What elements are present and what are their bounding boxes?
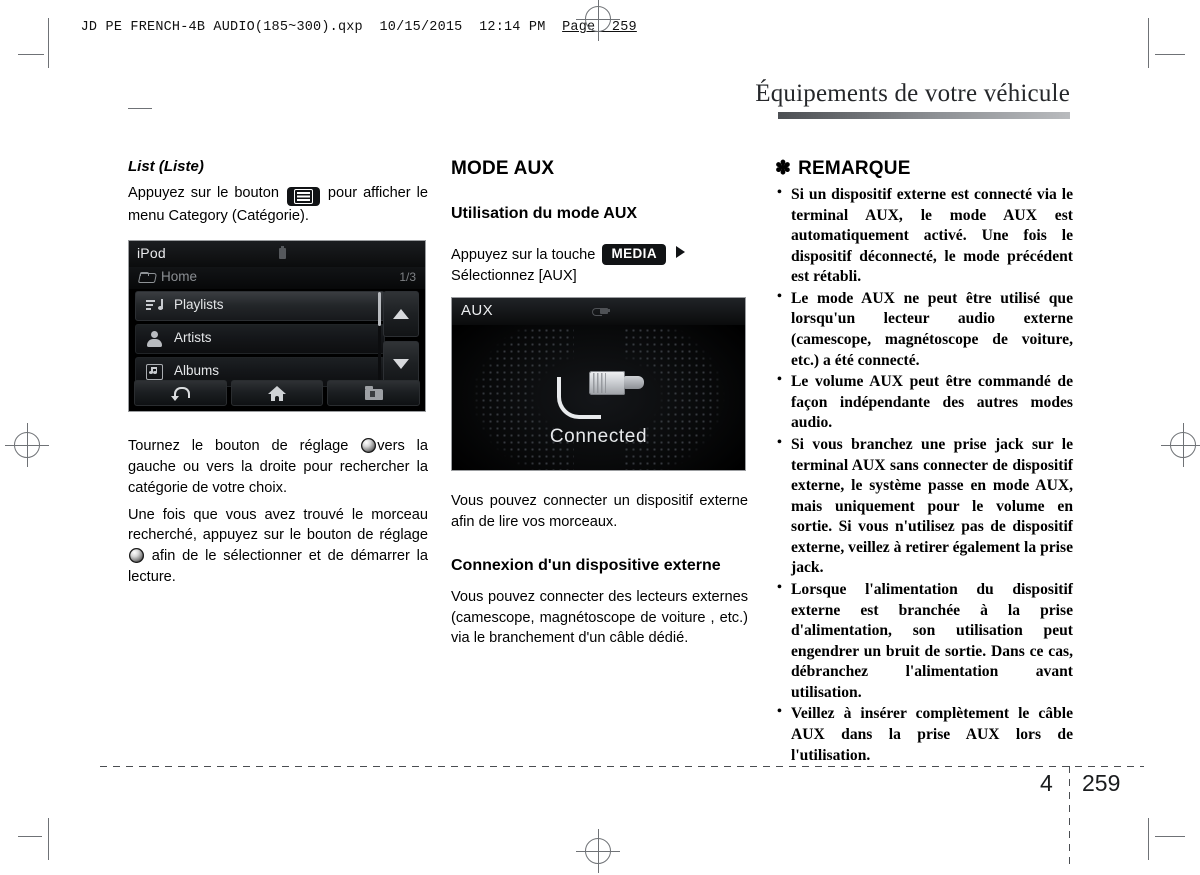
heading-mode-aux: MODE AUX — [451, 158, 555, 179]
triangle-right-icon — [675, 246, 685, 259]
aux-canvas: Connected — [452, 324, 745, 470]
media-key-badge[interactable]: MEDIA — [602, 244, 666, 265]
note-item: Le mode AUX ne peut être utilisé que lor… — [775, 288, 1073, 371]
left-intro-before: Appuyez sur le bouton — [128, 185, 279, 201]
left-paragraph-1: Tournez le bouton de réglage vers la gau… — [128, 436, 428, 498]
ipod-source-label: iPod — [137, 245, 166, 262]
back-arrow-icon — [171, 386, 191, 402]
ipod-nav-bar — [134, 380, 421, 407]
crop-mark-bottom-right-h — [1155, 836, 1185, 837]
ipod-breadcrumb-label: Home — [161, 269, 198, 285]
list-item[interactable]: Artists — [135, 324, 385, 355]
crop-mark-top-left-h — [18, 54, 44, 55]
left-column: List (Liste) Appuyez sur le bouton pour … — [128, 158, 428, 587]
print-header-file: JD PE FRENCH-4B AUDIO(185~300).qxp — [80, 20, 363, 35]
print-header-date: 10/15/2015 — [379, 20, 463, 35]
album-icon — [146, 364, 163, 381]
triangle-down-icon — [393, 359, 409, 370]
rotary-knob-icon — [129, 547, 144, 563]
heading-connexion-dispositive-externe: Connexion d'un dispositive externe — [451, 557, 721, 575]
triangle-up-icon — [393, 309, 409, 320]
page-title: Équipements de votre véhicule — [755, 80, 1070, 107]
scrollbar-thumb[interactable] — [378, 292, 381, 327]
plug-icon — [592, 307, 610, 316]
crop-mark-top-right-h — [1155, 54, 1185, 55]
folder-up-icon — [364, 386, 383, 401]
playlist-icon — [146, 298, 163, 314]
scroll-up-button[interactable] — [383, 291, 419, 338]
note-item: Veillez à insérer complètement le câble … — [775, 703, 1073, 766]
media-key-instruction: Appuyez sur la touche MEDIA Sélectionnez… — [451, 244, 748, 286]
section-header-rule — [778, 111, 1070, 119]
registration-mark-left — [5, 423, 49, 467]
folder-open-icon — [139, 272, 154, 283]
print-header: JD PE FRENCH-4B AUDIO(185~300).qxp 10/15… — [64, 5, 637, 35]
battery-icon — [279, 246, 286, 260]
ipod-screenshot: iPod Home 1/3 Playlists Artists Albums — [128, 240, 426, 413]
mid-paragraph-2: Vous pouvez connecter des lecteurs exter… — [451, 588, 748, 647]
left-paragraph-1-before: Tournez le bouton de réglage — [128, 438, 349, 455]
ipod-category-list: Playlists Artists Albums — [135, 291, 385, 390]
aux-title-bar: AUX — [452, 297, 745, 325]
crop-mark-bottom-left-v — [48, 818, 49, 860]
list-item[interactable]: Playlists — [135, 291, 385, 322]
list-item-label: Playlists — [174, 297, 224, 313]
list-icon — [293, 188, 313, 204]
note-item: Lorsque l'alimentation du dispositif ext… — [775, 579, 1073, 703]
print-header-time: 12:14 PM — [479, 20, 546, 35]
ipod-title-bar: iPod — [129, 241, 425, 268]
aux-plug-icon — [555, 365, 647, 419]
left-paragraph-2-after: afin de le sélectionner et de démarrer l… — [128, 547, 428, 585]
mid-paragraph-1: Vous pouvez connecter un dispositif exte… — [451, 492, 748, 530]
rotary-knob-icon — [361, 438, 377, 454]
note-title: REMARQUE — [798, 158, 911, 179]
crop-mark-bottom-right-v — [1148, 818, 1149, 860]
left-paragraph-2: Une fois que vous avez trouvé le morceau… — [128, 505, 428, 588]
registration-mark-right — [1161, 423, 1200, 467]
crop-mark-top-left-v — [48, 18, 49, 68]
aux-mode-label: AUX — [461, 301, 494, 319]
note-header: ✽ REMARQUE — [775, 158, 1073, 180]
ipod-breadcrumb-bar: Home 1/3 — [129, 267, 425, 290]
ipod-scroll-controls — [383, 291, 419, 391]
footer-divider — [100, 766, 1144, 767]
home-button[interactable] — [230, 380, 324, 407]
note-item: Si un dispositif externe est connecté vi… — [775, 184, 1073, 288]
asterisk-icon: ✽ — [775, 158, 792, 179]
note-item: Si vous branchez une prise jack sur le t… — [775, 434, 1073, 579]
person-icon — [146, 331, 163, 348]
right-column: ✽ REMARQUE Si un dispositif externe est … — [775, 158, 1073, 767]
back-button[interactable] — [134, 380, 227, 407]
middle-column: MODE AUX Utilisation du mode AUX Appuyez… — [451, 158, 748, 649]
press-key-before: Appuyez sur la touche — [451, 247, 596, 264]
footer-vertical-divider — [1069, 766, 1070, 868]
chapter-number: 4 — [1040, 770, 1053, 796]
crop-mark-bottom-left-h — [18, 836, 42, 837]
ipod-scrollbar[interactable] — [378, 292, 381, 385]
note-item: Le volume AUX peut être commandé de faço… — [775, 371, 1073, 434]
aux-screenshot: AUX Connected — [451, 296, 746, 471]
registration-mark-bottom — [576, 829, 620, 873]
press-key-after: Sélectionnez [AUX] — [451, 268, 577, 285]
note-list: Si un dispositif externe est connecté vi… — [775, 184, 1073, 766]
aux-status-caption: Connected — [549, 425, 648, 447]
list-item-label: Albums — [174, 363, 220, 379]
ipod-page-indicator: 1/3 — [399, 270, 416, 285]
heading-utilisation-mode-aux: Utilisation du mode AUX — [451, 205, 638, 222]
section-header: Équipements de votre véhicule — [470, 80, 1070, 119]
left-heading-list: List (Liste) — [128, 158, 204, 175]
left-intro-paragraph: Appuyez sur le bouton pour afficher le m… — [128, 183, 428, 226]
left-paragraph-2-before: Une fois que vous avez trouvé le morceau… — [128, 506, 428, 544]
list-button-badge[interactable] — [286, 186, 320, 206]
list-item-label: Artists — [174, 330, 212, 346]
registration-mark-top — [576, 0, 620, 41]
crop-mark-inner-top-h — [128, 108, 152, 109]
page-number: 259 — [1082, 770, 1121, 796]
folder-up-button[interactable] — [327, 380, 421, 407]
home-icon — [268, 386, 286, 402]
crop-mark-top-right-v — [1148, 18, 1149, 68]
